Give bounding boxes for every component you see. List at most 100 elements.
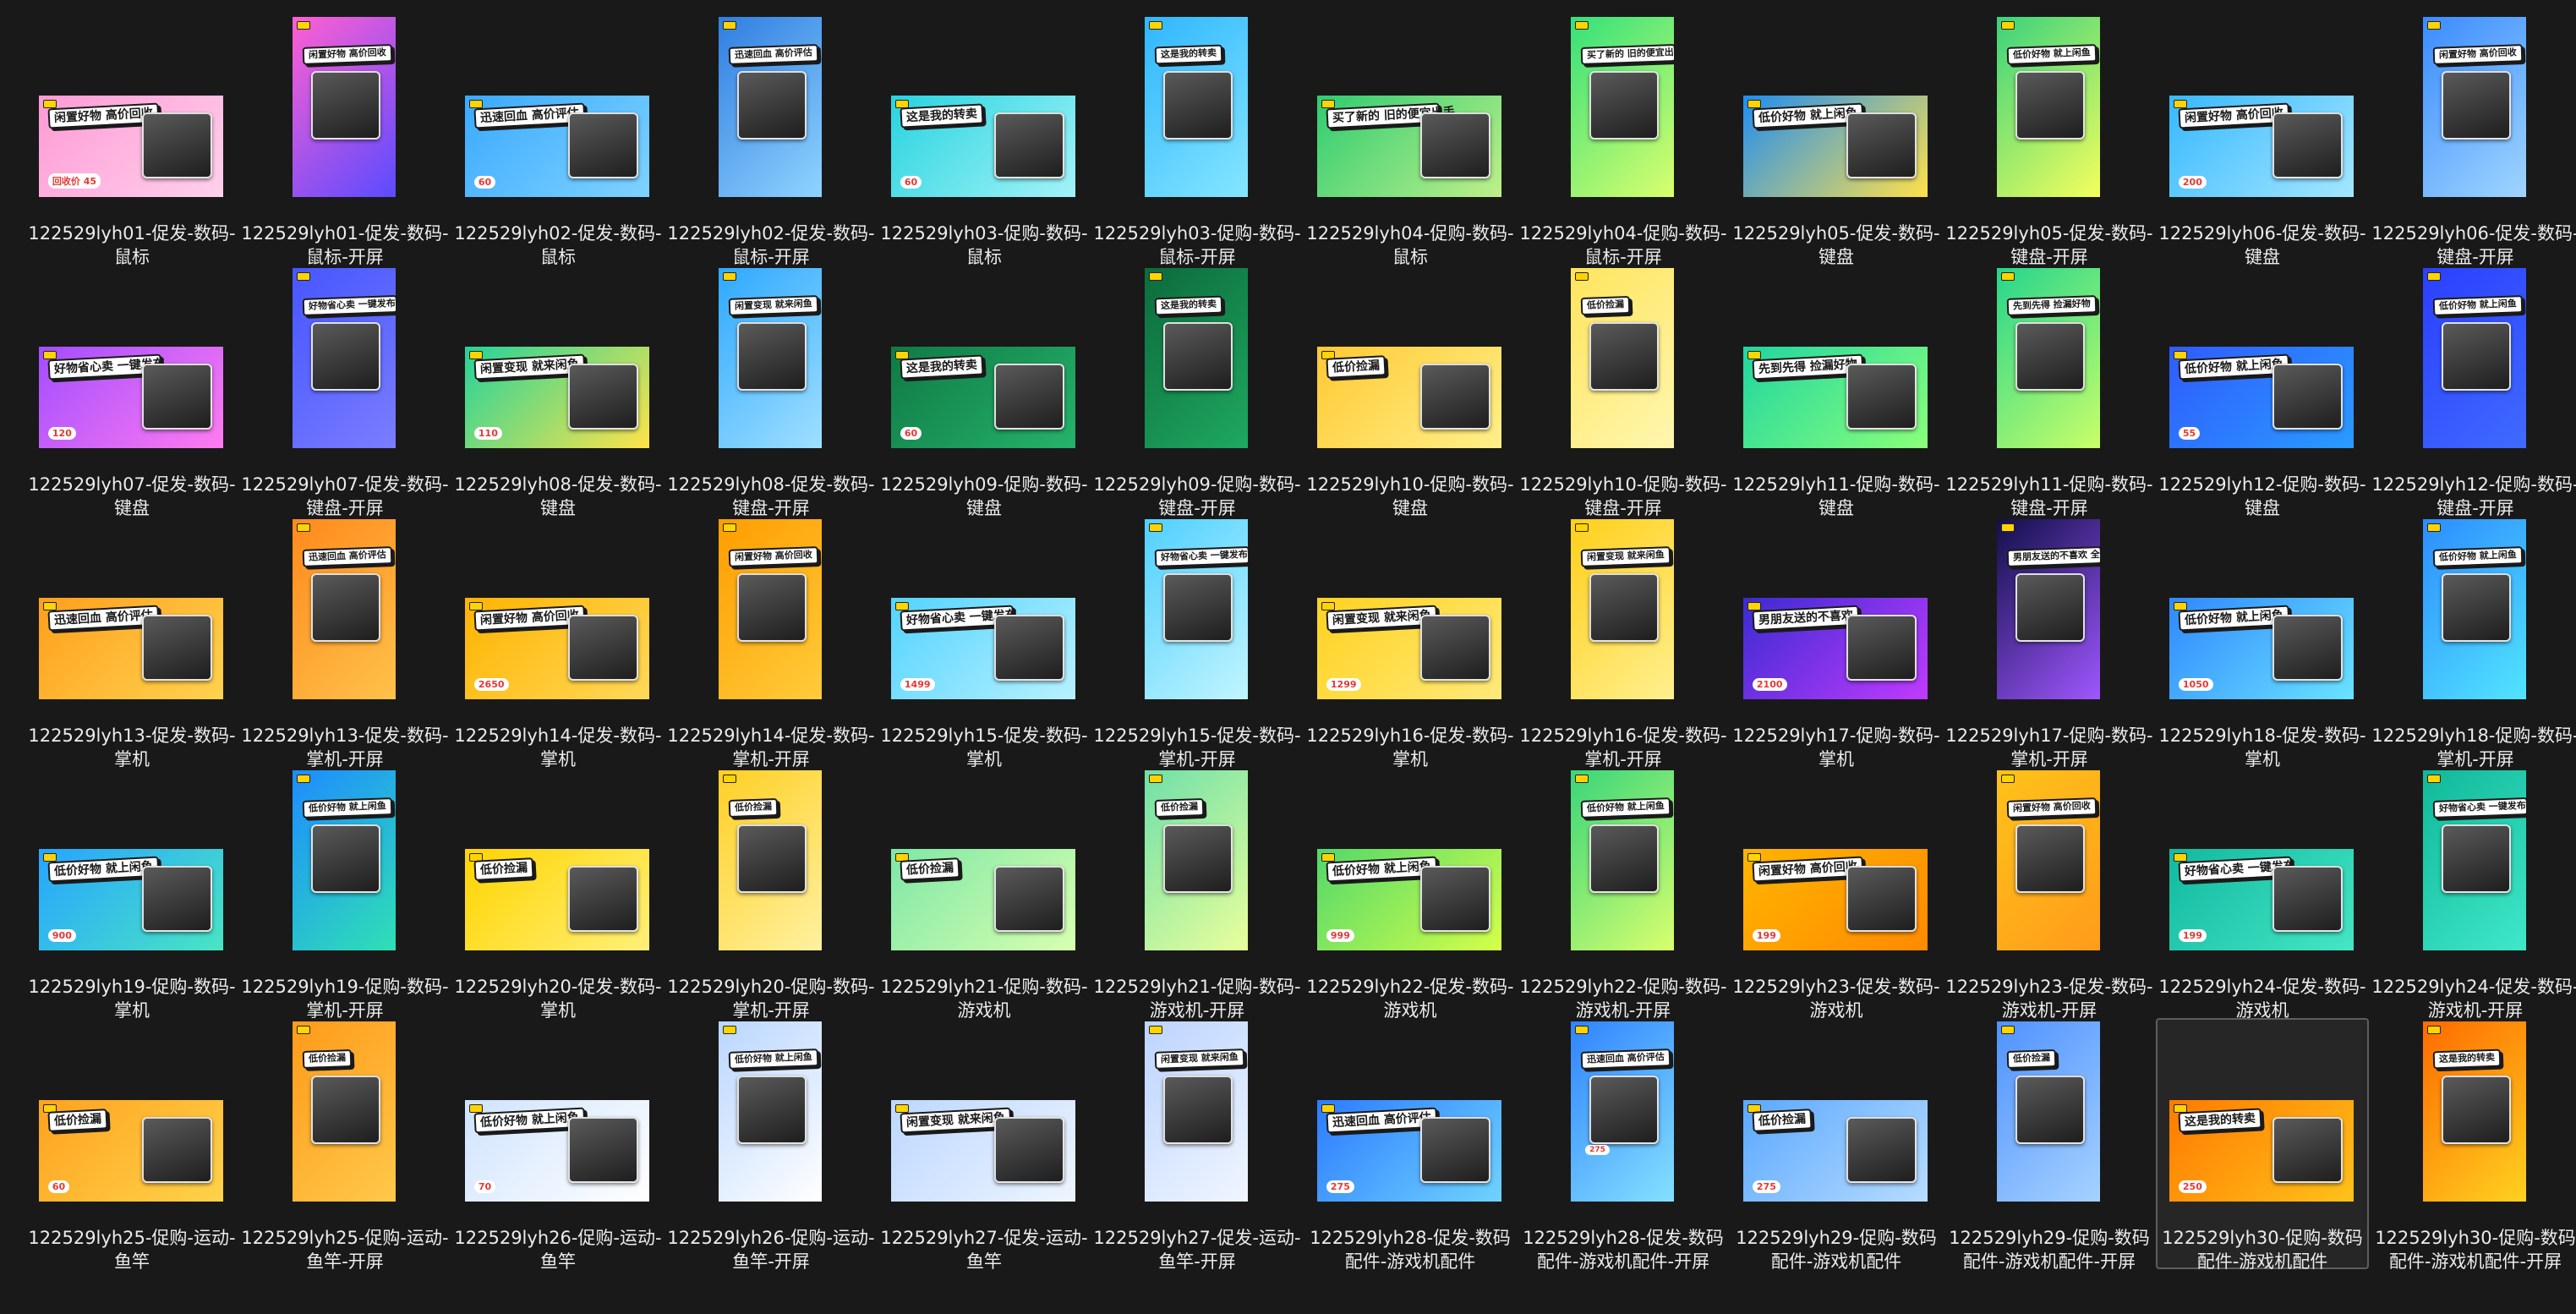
file-item[interactable]: 闲置好物 高价回收 200 122529lyh06-促发-数码-键盘: [2156, 14, 2369, 267]
file-item[interactable]: 迅速回血 高价评估 122529lyh13-促发-数码-掌机-开屏: [238, 516, 451, 769]
file-item[interactable]: 闲置变现 就来闲鱼 122529lyh27-促发-运动-鱼竿-开屏: [1091, 1018, 1304, 1272]
file-item[interactable]: 闲置好物 高价回收 199 122529lyh23-促发-数码-游戏机: [1730, 767, 1943, 1021]
file-item[interactable]: 低价好物 就上闲鱼 122529lyh18-促购-数码-掌机-开屏: [2369, 516, 2576, 769]
file-item[interactable]: 低价好物 就上闲鱼 70 122529lyh26-促购-运动-鱼竿: [451, 1018, 665, 1272]
xianyu-logo-icon: [43, 351, 57, 359]
xianyu-logo-icon: [1321, 1104, 1335, 1113]
file-name: 122529lyh15-促发-数码-掌机: [880, 725, 1088, 769]
file-item[interactable]: 好物省心卖 一键发布 1499 122529lyh15-促发-数码-掌机: [878, 516, 1091, 769]
file-item[interactable]: 低价捡漏 60 122529lyh25-促购-运动-鱼竿: [25, 1018, 238, 1272]
file-item[interactable]: 低价好物 就上闲鱼 122529lyh19-促购-数码-掌机-开屏: [238, 767, 451, 1021]
file-item[interactable]: 低价捡漏 122529lyh20-促发-数码-掌机: [451, 767, 665, 1021]
product-photo: [1420, 866, 1490, 933]
price-tag: 70: [473, 1180, 496, 1194]
file-item[interactable]: 低价捡漏 275 122529lyh29-促购-数码配件-游戏机配件: [1730, 1018, 1943, 1272]
file-thumbnail: 先到先得 捡漏好物: [1944, 266, 2154, 450]
file-thumbnail: 闲置好物 高价回收: [1944, 769, 2154, 952]
file-name: 122529lyh08-促发-数码-键盘: [454, 474, 662, 518]
file-item[interactable]: 低价捡漏 122529lyh21-促购-数码-游戏机-开屏: [1091, 767, 1304, 1021]
product-photo: [994, 112, 1064, 179]
file-item[interactable]: 迅速回血 高价评估 60 122529lyh02-促发-数码-鼠标: [451, 14, 665, 267]
file-name: 122529lyh28-促发-数码配件-游戏机配件-开屏: [1523, 1228, 1724, 1272]
price-tag: 250: [2178, 1180, 2207, 1194]
file-thumbnail: 低价捡漏 275: [1731, 1020, 1941, 1203]
file-name: 122529lyh10-促购-数码-键盘: [1306, 474, 1514, 518]
file-item[interactable]: 闲置变现 就来闲鱼 122529lyh27-促发-运动-鱼竿: [878, 1018, 1091, 1272]
file-thumbnail: 闲置好物 高价回收: [666, 517, 876, 701]
product-photo: [1162, 572, 1233, 642]
product-photo: [310, 1075, 381, 1144]
file-item[interactable]: 闲置变现 就来闲鱼 122529lyh16-促发-数码-掌机-开屏: [1517, 516, 1730, 769]
file-item[interactable]: 先到先得 捡漏好物 122529lyh11-促购-数码-键盘: [1730, 265, 1943, 518]
file-thumbnail: 闲置变现 就来闲鱼 110: [453, 266, 663, 450]
file-thumbnail: 低价好物 就上闲鱼: [666, 1020, 876, 1203]
price-tag: 999: [1326, 929, 1354, 943]
file-item[interactable]: 低价好物 就上闲鱼 122529lyh26-促购-运动-鱼竿-开屏: [665, 1018, 878, 1272]
file-item[interactable]: 低价好物 就上闲鱼 122529lyh12-促购-数码-键盘-开屏: [2369, 265, 2576, 518]
file-item[interactable]: 迅速回血 高价评估 122529lyh02-促发-数码-鼠标-开屏: [665, 14, 878, 267]
file-item[interactable]: 闲置好物 高价回收 122529lyh01-促发-数码-鼠标-开屏: [238, 14, 451, 267]
file-item[interactable]: 闲置好物 高价回收 回收价 45 122529lyh01-促发-数码-鼠标: [25, 14, 238, 267]
file-item[interactable]: 低价好物 就上闲鱼 55 122529lyh12-促购-数码-键盘: [2156, 265, 2369, 518]
file-item[interactable]: 好物省心卖 一键发布 120 122529lyh07-促发-数码-键盘: [25, 265, 238, 518]
file-item[interactable]: 低价好物 就上闲鱼 900 122529lyh19-促购-数码-掌机: [25, 767, 238, 1021]
file-item[interactable]: 闲置变现 就来闲鱼 122529lyh08-促发-数码-键盘-开屏: [665, 265, 878, 518]
file-item[interactable]: 低价捡漏 122529lyh25-促购-运动-鱼竿-开屏: [238, 1018, 451, 1272]
file-item[interactable]: 低价捡漏 122529lyh29-促购-数码配件-游戏机配件-开屏: [1943, 1018, 2156, 1272]
file-item[interactable]: 低价捡漏 122529lyh10-促购-数码-键盘: [1304, 265, 1517, 518]
file-item[interactable]: 闲置变现 就来闲鱼 1299 122529lyh16-促发-数码-掌机: [1304, 516, 1517, 769]
price-tag: 199: [1752, 929, 1780, 943]
file-item[interactable]: 低价好物 就上闲鱼 122529lyh22-促购-数码-游戏机-开屏: [1517, 767, 1730, 1021]
file-item[interactable]: 低价捡漏 122529lyh10-促购-数码-键盘-开屏: [1517, 265, 1730, 518]
file-item[interactable]: 低价捡漏 122529lyh21-促购-数码-游戏机: [878, 767, 1091, 1021]
file-item[interactable]: 这是我的转卖 122529lyh09-促购-数码-键盘-开屏: [1091, 265, 1304, 518]
file-name: 122529lyh13-促发-数码-掌机-开屏: [241, 725, 449, 769]
file-name: 122529lyh30-促购-数码配件-游戏机配件: [2162, 1228, 2363, 1272]
product-photo: [2441, 1075, 2512, 1144]
file-item[interactable]: 好物省心卖 一键发布 122529lyh07-促发-数码-键盘-开屏: [238, 265, 451, 518]
poster-image: 低价捡漏: [1997, 1021, 2100, 1202]
product-photo: [1846, 1117, 1917, 1184]
file-item[interactable]: 这是我的转卖 60 122529lyh09-促购-数码-键盘: [878, 265, 1091, 518]
file-item[interactable]: 好物省心卖 一键发布 122529lyh15-促发-数码-掌机-开屏: [1091, 516, 1304, 769]
file-item[interactable]: 闲置好物 高价回收 2650 122529lyh14-促发-数码-掌机: [451, 516, 665, 769]
file-name: 122529lyh21-促购-数码-游戏机-开屏: [1093, 977, 1301, 1021]
file-item[interactable]: 低价好物 就上闲鱼 122529lyh05-促发-数码-键盘: [1730, 14, 1943, 267]
file-item[interactable]: 低价好物 就上闲鱼 999 122529lyh22-促发-数码-游戏机: [1304, 767, 1517, 1021]
product-photo: [994, 364, 1064, 430]
poster-headline: 先到先得 捡漏好物: [2006, 295, 2097, 316]
poster-image: 先到先得 捡漏好物: [1997, 268, 2100, 448]
file-thumbnail: 低价捡漏: [666, 769, 876, 952]
file-item[interactable]: 迅速回血 高价评估 122529lyh13-促发-数码-掌机: [25, 516, 238, 769]
product-photo: [1162, 70, 1233, 140]
file-item[interactable]: 先到先得 捡漏好物 122529lyh11-促购-数码-键盘-开屏: [1943, 265, 2156, 518]
file-item[interactable]: 低价好物 就上闲鱼 122529lyh05-促发-数码-键盘-开屏: [1943, 14, 2156, 267]
file-item[interactable]: 迅速回血 高价评估 275 122529lyh28-促发-数码配件-游戏机配件-开屏: [1517, 1018, 1730, 1272]
xianyu-logo-icon: [43, 100, 57, 108]
file-item[interactable]: 好物省心卖 一键发布 199 122529lyh24-促发-数码-游戏机: [2156, 767, 2369, 1021]
file-item[interactable]: 这是我的转卖 60 122529lyh03-促购-数码-鼠标: [878, 14, 1091, 267]
file-item[interactable]: 买了新的 旧的便宜出手 122529lyh04-促购-数码-鼠标: [1304, 14, 1517, 267]
product-photo: [736, 572, 807, 642]
poster-headline: 闲置好物 高价回收: [302, 44, 393, 65]
file-thumbnail: 低价好物 就上闲鱼: [1518, 769, 1728, 952]
file-item[interactable]: 闲置变现 就来闲鱼 110 122529lyh08-促发-数码-键盘: [451, 265, 665, 518]
file-item[interactable]: 买了新的 旧的便宜出手 122529lyh04-促购-数码-鼠标-开屏: [1517, 14, 1730, 267]
file-item[interactable]: 男朋友送的不喜欢 2100 122529lyh17-促购-数码-掌机: [1730, 516, 1943, 769]
poster-headline: 闲置变现 就来闲鱼: [1580, 546, 1671, 567]
product-photo: [568, 112, 638, 179]
file-item[interactable]: 迅速回血 高价评估 275 122529lyh28-促发-数码配件-游戏机配件: [1304, 1018, 1517, 1272]
file-item[interactable]: 闲置好物 高价回收 122529lyh23-促发-数码-游戏机-开屏: [1943, 767, 2156, 1021]
file-item[interactable]: 这是我的转卖 122529lyh30-促购-数码配件-游戏机配件-开屏: [2369, 1018, 2576, 1272]
file-item[interactable]: 这是我的转卖 122529lyh03-促购-数码-鼠标-开屏: [1091, 14, 1304, 267]
file-thumbnail: 闲置好物 高价回收 2650: [453, 517, 663, 701]
file-thumbnail: 买了新的 旧的便宜出手: [1518, 15, 1728, 199]
file-item[interactable]: 低价捡漏 122529lyh20-促购-数码-掌机-开屏: [665, 767, 878, 1021]
file-item[interactable]: 低价好物 就上闲鱼 1050 122529lyh18-促发-数码-掌机: [2156, 516, 2369, 769]
file-item[interactable]: 这是我的转卖 250 122529lyh30-促购-数码配件-游戏机配件: [2156, 1018, 2369, 1272]
file-item[interactable]: 男朋友送的不喜欢 全新低价出手 122529lyh17-促购-数码-掌机-开屏: [1943, 516, 2156, 769]
poster-image: 好物省心卖 一键发布 1499: [891, 598, 1075, 699]
file-item[interactable]: 闲置好物 高价回收 122529lyh06-促发-数码-键盘-开屏: [2369, 14, 2576, 267]
file-item[interactable]: 好物省心卖 一键发布 122529lyh24-促发-数码-游戏机-开屏: [2369, 767, 2576, 1021]
file-item[interactable]: 闲置好物 高价回收 122529lyh14-促发-数码-掌机-开屏: [665, 516, 878, 769]
